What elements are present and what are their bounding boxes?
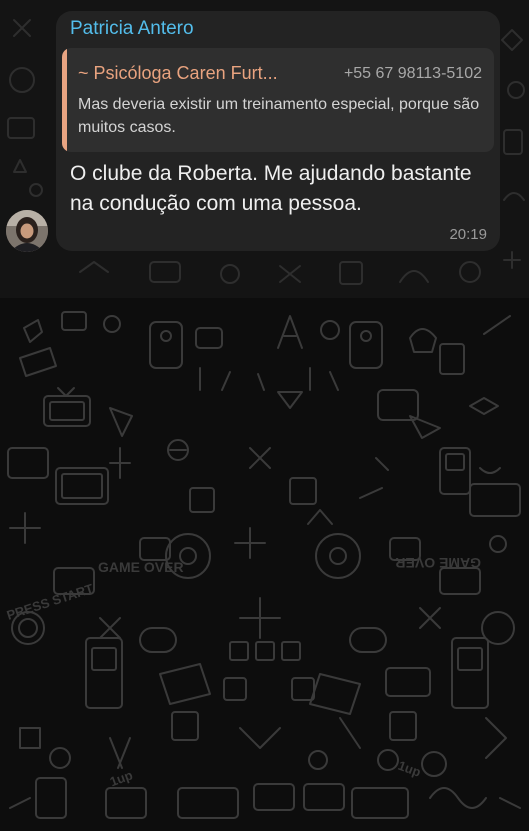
one-up-label-left: 1up — [108, 767, 135, 789]
user-photo-icon — [6, 210, 48, 252]
game-over-label-left: GAME OVER — [98, 559, 184, 575]
message-timestamp: 20:19 — [449, 226, 487, 243]
quoted-author: ~ Psicóloga Caren Furt... — [78, 63, 278, 83]
quote-accent-bar — [62, 48, 67, 152]
sender-avatar[interactable] — [6, 210, 48, 252]
one-up-label-right: 1up — [396, 758, 423, 780]
quoted-message[interactable]: ~ Psicóloga Caren Furt... +55 67 98113-5… — [62, 48, 494, 152]
wallpaper-doodles: GAME OVER GAME OVER PRESS START 1up 1up — [5, 311, 521, 819]
quoted-text: Mas deveria existir um treinamento espec… — [78, 96, 480, 136]
chat-wallpaper: GAME OVER GAME OVER PRESS START 1up 1up — [0, 298, 529, 831]
message-bubble[interactable]: Patricia Antero ~ Psicóloga Caren Furt..… — [56, 11, 500, 251]
quoted-phone: +55 67 98113-5102 — [343, 65, 482, 82]
message-text: O clube da Roberta. Me ajudando bastante… — [70, 162, 472, 215]
game-over-label-right: GAME OVER — [395, 555, 481, 571]
press-start-label: PRESS START — [5, 581, 95, 623]
sender-name[interactable]: Patricia Antero — [70, 18, 194, 40]
